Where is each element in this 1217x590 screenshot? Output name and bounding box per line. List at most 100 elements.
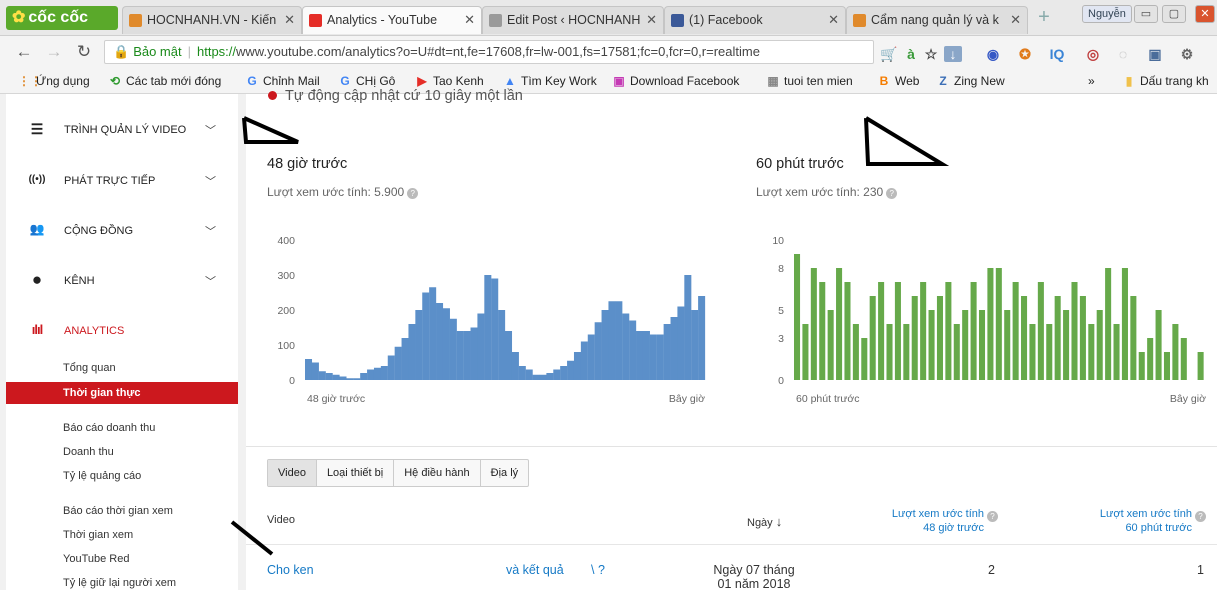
bar[interactable] [649,334,657,381]
bar[interactable] [1046,324,1053,380]
bar[interactable] [962,310,969,380]
bar[interactable] [387,355,395,381]
tab-video[interactable]: Video [268,460,316,486]
bar[interactable] [436,303,444,380]
browser-brand-logo[interactable]: ✿ cốc cốc [6,6,118,30]
close-window-button[interactable]: ✕ [1195,5,1215,23]
extension-a-icon[interactable]: ◉ [984,46,1002,62]
table-row[interactable]: Cho ken và kết quả \ ? Ngày 07 tháng 01 n… [246,544,1217,590]
forward-button[interactable]: → [44,42,64,62]
back-button[interactable]: ← [14,42,34,62]
bar[interactable] [953,324,960,380]
bar[interactable] [1063,310,1070,380]
tab-device-type[interactable]: Loại thiết bị [315,460,393,486]
sidebar-item-watch-time-report[interactable]: Báo cáo thời gian xem [6,500,238,522]
tab-analytics-youtube[interactable]: Analytics - YouTube ✕ [302,6,482,34]
bar[interactable] [1155,310,1162,380]
bar[interactable] [580,341,588,381]
bar[interactable] [353,378,361,380]
bar[interactable] [1197,352,1204,380]
bar[interactable] [560,366,568,380]
bookmarks-overflow-button[interactable]: » [1088,73,1095,89]
bar[interactable] [869,296,876,380]
bar[interactable] [642,331,650,380]
extension-red-icon[interactable]: ◎ [1084,46,1102,62]
video-title-tail[interactable]: \ ? [591,563,605,577]
minimize-button[interactable]: ▭ [1134,5,1158,23]
bar[interactable] [995,268,1002,380]
bar[interactable] [401,338,409,380]
bar[interactable] [1096,310,1103,380]
bar[interactable] [360,373,368,380]
maximize-button[interactable]: ▢ [1162,5,1186,23]
bar[interactable] [498,310,506,380]
bar[interactable] [470,327,478,381]
bar[interactable] [636,331,644,380]
video-title-continued[interactable]: và kết quả [506,563,564,577]
address-bar[interactable]: 🔒 Bảo mật | https://www.youtube.com/analyti… [104,40,874,64]
bookmark-tuoi-ten-mien[interactable]: ▦ tuoi ten mien [766,73,852,89]
extension-gray-icon[interactable]: ◌ [1114,46,1132,62]
bar[interactable] [1079,296,1086,380]
bar[interactable] [525,369,533,381]
bar[interactable] [698,296,706,380]
sidebar-item-revenue[interactable]: Doanh thu [6,441,238,463]
sidebar-item-revenue-report[interactable]: Báo cáo doanh thu [6,417,238,439]
bar[interactable] [1004,310,1011,380]
bar[interactable] [380,366,388,380]
bookmark-other-folder[interactable]: ▮ Dấu trang kh [1122,73,1209,89]
tab-cam-nang[interactable]: Cẩm nang quản lý và k ✕ [846,6,1028,34]
bar[interactable] [511,352,519,380]
bar[interactable] [819,282,826,380]
bookmark-tim-key-work[interactable]: ▲ Tìm Key Work [503,73,597,89]
bar[interactable] [852,324,859,380]
bar[interactable] [970,282,977,380]
chevron-down-icon[interactable]: ﹀ [205,122,216,138]
extension-coupon-icon[interactable]: ✪ [1016,46,1034,62]
close-icon[interactable]: ✕ [646,7,657,33]
bar[interactable] [339,376,347,381]
bookmark-apps[interactable]: ⋮⋮Ứng dụng [18,73,90,89]
sidebar-item-audience-retention[interactable]: Tỷ lệ giữ lại người xem [6,572,238,590]
bar[interactable] [844,282,851,380]
bar[interactable] [629,320,637,381]
bar[interactable] [978,310,986,380]
bar[interactable] [332,374,340,380]
column-header-views-60m[interactable]: Lượt xem ước tính? 60 phút trước [1054,508,1206,535]
bar[interactable] [691,310,699,380]
new-tab-button[interactable]: + [1034,7,1054,28]
bar[interactable] [878,282,885,380]
close-icon[interactable]: ✕ [284,7,295,33]
bar[interactable] [928,310,935,380]
bar[interactable] [449,318,457,380]
sidebar-item-youtube-red[interactable]: YouTube Red [6,548,238,570]
bar[interactable] [670,317,678,380]
video-title-link[interactable]: Cho ken [267,563,314,577]
bar[interactable] [861,338,868,380]
bookmark-star-icon[interactable]: ☆ [922,46,940,62]
sidebar-item-watch-time[interactable]: Thời gian xem [6,524,238,546]
bookmark-tao-kenh[interactable]: ▶ Tao Kenh [415,73,483,89]
bar[interactable] [491,278,499,381]
bar[interactable] [518,366,526,380]
sidebar-section-video-manager[interactable]: ☰ TRÌNH QUẢN LÝ VIDEO ﹀ [6,118,238,142]
bar[interactable] [836,268,843,380]
close-icon[interactable]: ✕ [1010,7,1021,33]
sidebar-item-overview[interactable]: Tổng quan [6,357,238,379]
bar[interactable] [325,373,333,380]
bookmark-recent-tabs[interactable]: ⟲ Các tab mới đóng [108,73,221,89]
bar[interactable] [415,310,423,380]
translate-icon[interactable]: à [902,46,920,62]
bar[interactable] [1138,352,1145,380]
bar[interactable] [594,322,602,380]
bar[interactable] [802,324,809,380]
sidebar-section-live[interactable]: ((•)) PHÁT TRỰC TIẾP ﹀ [6,169,238,193]
bar[interactable] [827,310,834,380]
bar[interactable] [663,324,671,380]
bar[interactable] [394,346,402,380]
column-header-views-48h[interactable]: Lượt xem ước tính? 48 giờ trước [846,508,998,535]
bar[interactable] [920,282,927,380]
bar[interactable] [442,308,450,380]
chevron-down-icon[interactable]: ﹀ [205,273,216,289]
bar[interactable] [305,359,313,380]
